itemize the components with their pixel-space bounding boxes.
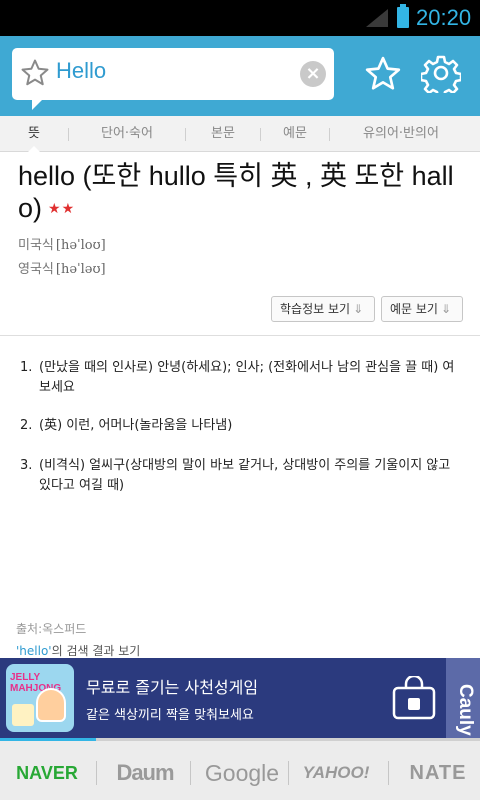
status-bar: 20:20 [0,0,480,36]
portal-search-bar: NAVER Daum Google YAHOO! NATE [0,738,480,800]
settings-gear-icon[interactable] [421,53,461,93]
definitions-list: 1. (만났을 때의 인사로) 안녕(하세요); 인사; (전화에서나 남의 관… [0,336,480,658]
definition-item: 3. (비격식) 얼씨구(상대방의 말이 바보 같거나, 상대방이 주의를 기울… [20,456,460,496]
ad-game-thumbnail[interactable]: JELLY MAHJONG [6,664,74,732]
entry-header: hello (또한 hullo 특히 英 , 英 또한 hallo) ★★ 미국식… [0,152,480,336]
definition-number: 2. [20,418,33,433]
ad-banner[interactable]: JELLY MAHJONG 무료로 즐기는 사천성게임 같은 색상끼리 짝을 맞… [0,658,480,738]
search-link-suffix[interactable]: 의 검색 결과 보기 [52,644,141,658]
section-tabs: 뜻 단어·숙어 본문 예문 유의어·반의어 [0,116,480,152]
tab-divider [68,128,69,141]
portal-divider [190,761,191,785]
ad-network-badge[interactable]: Cauly [446,658,480,738]
ad-subline[interactable]: 같은 색상끼리 짝을 맞춰보세요 [86,704,254,723]
tab-synonyms-antonyms[interactable]: 유의어·반의어 [330,116,472,152]
tab-body-text[interactable]: 본문 [186,116,260,152]
pronunciation-label: 미국식 [18,238,54,253]
portal-nate[interactable]: NATE [398,755,478,791]
search-keyword[interactable]: 'hello' [16,644,52,658]
clear-search-icon[interactable]: × [300,61,326,87]
ad-tile-shape [12,704,34,726]
favorite-star-icon[interactable] [20,58,50,88]
examples-label: 예문 보기 [390,302,438,316]
portal-yahoo[interactable]: YAHOO! [292,755,380,791]
ad-character-shape [36,688,66,722]
definition-text: (英) 이런, 어머나(놀라움을 나타냄) [39,418,233,433]
source-label: 출처:옥스퍼드 [16,622,87,636]
status-clock: 20:20 [416,5,472,30]
pronunciation-ipa: [həˈləʊ] [55,262,106,277]
ad-network-name: Cauly [455,684,476,736]
search-results-link[interactable]: 'hello'의 검색 결과 보기 [16,642,140,659]
bookmark-star-icon[interactable] [364,55,402,93]
search-input[interactable]: Hello [56,58,106,84]
tab-words-idioms[interactable]: 단어·숙어 [70,116,184,152]
tab-examples[interactable]: 예문 [261,116,329,152]
search-bubble-tail [32,98,44,110]
portal-divider [96,761,97,785]
definition-item: 1. (만났을 때의 인사로) 안녕(하세요); 인사; (전화에서나 남의 관… [20,358,460,398]
definition-text: (비격식) 얼씨구(상대방의 말이 바보 같거나, 상대방이 주의를 기울이지 … [39,458,451,493]
down-arrow-icon: ⇓ [353,302,364,316]
headword-text: hello (또한 hullo 특히 英 , 英 또한 hallo) [18,161,454,223]
study-info-label: 학습정보 보기 [280,302,351,316]
definition-number: 3. [20,458,33,473]
examples-button[interactable]: 예문 보기 ⇓ [381,296,463,322]
portal-daum[interactable]: Daum [112,755,178,791]
definition-text: (만났을 때의 인사로) 안녕(하세요); 인사; (전화에서나 남의 관심을 … [39,360,455,395]
ad-headline[interactable]: 무료로 즐기는 사천성게임 [86,674,258,698]
pronunciation-us: 미국식 [həˈloʊ] [18,234,106,253]
definition-number: 1. [20,360,33,375]
app-header: Hello × [0,36,480,116]
portal-divider [288,761,289,785]
pronunciation-label: 영국식 [18,262,54,277]
study-info-button[interactable]: 학습정보 보기 ⇓ [271,296,375,322]
down-arrow-icon: ⇓ [440,302,452,316]
play-store-bag-icon[interactable] [390,676,438,720]
search-box[interactable]: Hello × [12,48,334,110]
definition-item: 2. (英) 이런, 어머나(놀라움을 나타냄) [20,416,460,436]
portal-naver[interactable]: NAVER [4,755,90,791]
portal-divider [388,761,389,785]
battery-icon [397,4,409,28]
portal-google[interactable]: Google [202,755,282,791]
rating-stars: ★★ [48,200,76,216]
signal-icon [366,9,388,27]
pronunciation-uk: 영국식 [həˈləʊ] [18,258,106,277]
pronunciation-ipa: [həˈloʊ] [55,238,106,253]
headword: hello (또한 hullo 특히 英 , 英 또한 hallo) ★★ [18,160,468,224]
tab-meaning[interactable]: 뜻 [0,116,68,152]
